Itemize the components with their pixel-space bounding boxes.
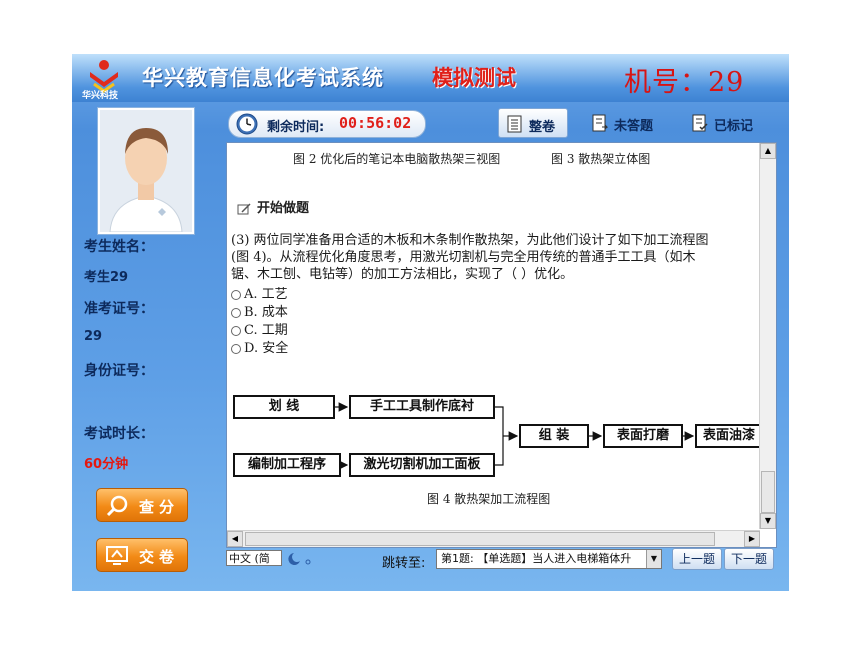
option-a[interactable]: A. 工艺: [231, 283, 288, 302]
question-panel[interactable]: 图 2 优化后的笔记本电脑散热架三视图 图 3 散热架立体图 开始做题 (3) …: [226, 142, 777, 548]
duration-label: 考试时长：: [84, 426, 154, 442]
jump-select[interactable]: 第1题: 【单选题】当人进入电梯箱体升 ▼: [436, 549, 662, 569]
caption-fig3: 图 3 散热架立体图: [551, 152, 651, 166]
scroll-up-icon[interactable]: ▲: [760, 143, 776, 159]
question-text: (3) 两位同学准备用合适的木板和木条制作散热架，为此他们设计了如下加工流程图 …: [231, 232, 760, 283]
jump-label: 跳转至:: [382, 556, 426, 571]
header-bar: 华兴科技 华兴教育信息化考试系统 模拟测试 机号：29: [72, 54, 789, 102]
exam-window: 华兴科技 华兴教育信息化考试系统 模拟测试 机号：29 考生姓名： 考生29 准…: [72, 54, 789, 591]
marked-doc-icon: [692, 114, 708, 132]
radio-icon[interactable]: [231, 289, 241, 300]
scroll-down-icon[interactable]: ▼: [760, 513, 776, 529]
hscroll-thumb[interactable]: [245, 532, 715, 546]
option-b[interactable]: B. 成本: [231, 301, 288, 320]
radio-icon[interactable]: [231, 343, 241, 354]
whole-paper-label: 整卷: [529, 120, 556, 135]
score-button[interactable]: 查分: [96, 488, 188, 522]
question-line: (图 4)。从流程优化角度思考，用激光切割机与完全用传统的普通手工工具（如木: [231, 250, 696, 265]
marked-button[interactable]: 已标记: [684, 108, 766, 138]
mode-title: 模拟测试: [432, 65, 516, 90]
flow-box-manual: 手工工具制作底衬: [349, 395, 495, 419]
timer-value: 00:56:02: [339, 114, 412, 132]
ime-label: 中文 (简: [229, 552, 270, 565]
candidate-photo: [98, 108, 194, 234]
question-line: (3) 两位同学准备用合适的木板和木条制作散热架，为此他们设计了如下加工流程图: [231, 233, 709, 248]
prev-question-button[interactable]: 上一题: [672, 548, 722, 570]
unanswered-button[interactable]: 未答题: [584, 108, 664, 138]
idcard-label: 身份证号：: [84, 363, 154, 379]
flow-box-paint: 表面油漆: [695, 424, 760, 448]
radio-icon[interactable]: [231, 325, 241, 336]
app-title: 华兴教育信息化考试系统: [142, 65, 384, 90]
name-value: 考生29: [84, 270, 129, 285]
document-icon: [507, 115, 522, 133]
remaining-time: 剩余时间: 00:56:02: [228, 110, 426, 138]
option-d-label: D. 安全: [244, 341, 289, 356]
horizontal-scrollbar[interactable]: ◀ ▶: [227, 530, 760, 547]
next-question-button[interactable]: 下一题: [724, 548, 774, 570]
vertical-scrollbar[interactable]: ▲ ▼: [759, 143, 776, 529]
admission-value: 29: [84, 329, 103, 344]
score-button-label: 查分: [139, 498, 180, 516]
radio-icon[interactable]: [231, 307, 241, 318]
flow-box-draw: 划 线: [233, 395, 335, 419]
whole-paper-button[interactable]: 整卷: [498, 108, 568, 138]
magnifier-icon: [106, 495, 128, 517]
ime-select[interactable]: 中文 (简: [226, 550, 282, 566]
scroll-right-icon[interactable]: ▶: [744, 531, 760, 547]
flow-box-program: 编制加工程序: [233, 453, 341, 477]
unanswered-label: 未答题: [614, 119, 654, 134]
unanswered-doc-icon: [592, 114, 608, 132]
option-a-label: A. 工艺: [244, 287, 288, 302]
option-d[interactable]: D. 安全: [231, 337, 288, 356]
chevron-down-icon: ▼: [646, 550, 661, 568]
start-answering: 开始做题: [237, 197, 309, 216]
edit-pen-icon: [237, 202, 251, 214]
submit-button-label: 交卷: [139, 548, 180, 566]
marked-label: 已标记: [714, 119, 754, 134]
admission-label: 准考证号：: [84, 301, 154, 317]
question-line: 锯、木工刨、电钻等）的加工方法相比，实现了（ ）优化。: [231, 267, 574, 282]
logo-text: 华兴科技: [82, 91, 119, 101]
flow-box-laser: 激光切割机加工面板: [349, 453, 495, 477]
option-c-label: C. 工期: [244, 323, 288, 338]
flow-box-assemble: 组 装: [519, 424, 589, 448]
option-c[interactable]: C. 工期: [231, 319, 288, 338]
jump-select-value: 第1题: 【单选题】当人进入电梯箱体升: [441, 552, 632, 565]
machine-number: 机号：29: [624, 67, 745, 98]
duration-value: 60分钟: [84, 457, 129, 472]
caption-fig2: 图 2 优化后的笔记本电脑散热架三视图: [293, 152, 501, 166]
option-b-label: B. 成本: [244, 305, 288, 320]
avatar-icon: [100, 110, 192, 232]
submit-button[interactable]: 交卷: [96, 538, 188, 572]
clock-icon: [236, 113, 258, 135]
caption-fig4: 图 4 散热架加工流程图: [427, 492, 551, 506]
flow-box-polish: 表面打磨: [603, 424, 683, 448]
bottom-bar: 中文 (简 跳转至: 第1题: 【单选题】当人进入电梯箱体升 ▼ 上一题 下一题: [226, 548, 775, 574]
start-label: 开始做题: [257, 201, 310, 216]
timer-label: 剩余时间:: [267, 120, 325, 135]
moon-punctuation-icon[interactable]: [286, 552, 316, 566]
name-label: 考生姓名：: [84, 239, 154, 255]
scroll-thumb[interactable]: [761, 471, 775, 513]
scroll-left-icon[interactable]: ◀: [227, 531, 243, 547]
monitor-submit-icon: [106, 546, 128, 565]
question-content: 图 2 优化后的笔记本电脑散热架三视图 图 3 散热架立体图 开始做题 (3) …: [227, 143, 760, 529]
